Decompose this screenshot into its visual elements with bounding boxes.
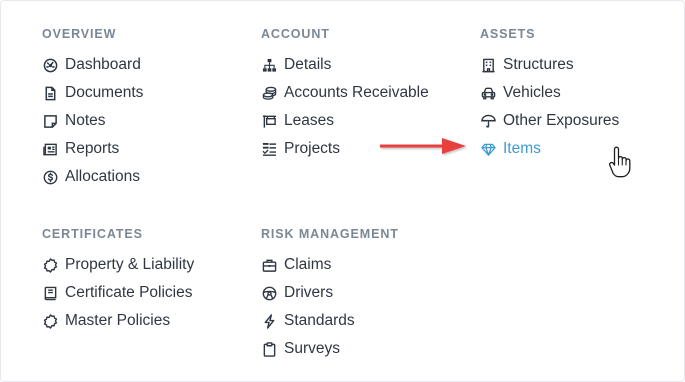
menu-item-structures[interactable]: Structures <box>480 51 619 79</box>
certificates-section: CERTIFICATES Property & Liability Certif… <box>42 225 194 335</box>
dashboard-icon <box>42 57 58 73</box>
annotation-arrow <box>380 138 466 154</box>
steering-wheel-icon <box>261 285 277 301</box>
menu-item-reports[interactable]: Reports <box>42 135 143 163</box>
car-icon <box>480 85 496 101</box>
menu-item-notes[interactable]: Notes <box>42 107 143 135</box>
tasks-icon <box>261 141 277 157</box>
menu-item-label: Notes <box>65 112 106 129</box>
menu-item-documents[interactable]: Documents <box>42 79 143 107</box>
menu-item-master-policies[interactable]: Master Policies <box>42 307 194 335</box>
assets-section: ASSETS Structures Vehicles Other Exposur… <box>480 25 619 163</box>
menu-item-claims[interactable]: Claims <box>261 251 399 279</box>
section-title-overview: OVERVIEW <box>42 27 117 41</box>
sign-icon <box>261 113 277 129</box>
menu-item-label: Accounts Receivable <box>284 84 429 101</box>
lightning-icon <box>261 313 277 329</box>
menu-item-label: Structures <box>503 56 574 73</box>
menu-item-drivers[interactable]: Drivers <box>261 279 399 307</box>
menu-item-label: Property & Liability <box>65 256 195 273</box>
dollar-circle-icon <box>42 169 58 185</box>
menu-item-label: Leases <box>284 112 334 129</box>
overview-section: OVERVIEW Dashboard Documents Notes Repor… <box>42 25 143 191</box>
menu-item-label: Standards <box>284 312 355 329</box>
menu-item-surveys[interactable]: Surveys <box>261 335 399 363</box>
briefcase-icon <box>261 257 277 273</box>
building-icon <box>480 57 496 73</box>
menu-item-certificate-policies[interactable]: Certificate Policies <box>42 279 194 307</box>
sitemap-icon <box>261 57 277 73</box>
menu-item-label: Claims <box>284 256 332 273</box>
menu-item-label: Allocations <box>65 168 140 185</box>
menu-item-vehicles[interactable]: Vehicles <box>480 79 619 107</box>
certificate-icon <box>42 257 58 273</box>
book-icon <box>42 285 58 301</box>
section-title-account: ACCOUNT <box>261 27 330 41</box>
menu-item-other-exposures[interactable]: Other Exposures <box>480 107 619 135</box>
menu-item-label: Details <box>284 56 332 73</box>
menu-item-label: Vehicles <box>503 84 561 101</box>
hand-pointer-cursor-icon <box>608 146 631 178</box>
menu-item-dashboard[interactable]: Dashboard <box>42 51 143 79</box>
menu-item-label: Drivers <box>284 284 334 301</box>
menu-item-standards[interactable]: Standards <box>261 307 399 335</box>
certificate-icon <box>42 313 58 329</box>
menu-item-label: Reports <box>65 140 120 157</box>
menu-item-allocations[interactable]: Allocations <box>42 163 143 191</box>
menu-item-details[interactable]: Details <box>261 51 429 79</box>
section-title-risk-management: RISK MANAGEMENT <box>261 227 399 241</box>
menu-item-label: Master Policies <box>65 312 171 329</box>
menu-item-label: Certificate Policies <box>65 284 193 301</box>
section-title-assets: ASSETS <box>480 27 536 41</box>
section-title-certificates: CERTIFICATES <box>42 227 143 241</box>
newspaper-icon <box>42 141 58 157</box>
coins-icon <box>261 85 277 101</box>
menu-item-label: Documents <box>65 84 144 101</box>
umbrella-icon <box>480 113 496 129</box>
menu-item-items[interactable]: Items <box>480 135 619 163</box>
menu-item-label: Projects <box>284 140 340 157</box>
menu-item-label: Other Exposures <box>503 112 620 129</box>
menu-item-leases[interactable]: Leases <box>261 107 429 135</box>
risk-management-section: RISK MANAGEMENT Claims Drivers Standards… <box>261 225 399 363</box>
menu-item-label: Items <box>503 140 541 157</box>
document-icon <box>42 85 58 101</box>
gem-icon <box>480 141 496 157</box>
menu-item-accounts-receivable[interactable]: Accounts Receivable <box>261 79 429 107</box>
menu-item-label: Dashboard <box>65 56 141 73</box>
clipboard-icon <box>261 341 277 357</box>
menu-item-property-liability[interactable]: Property & Liability <box>42 251 194 279</box>
menu-item-label: Surveys <box>284 340 340 357</box>
note-icon <box>42 113 58 129</box>
